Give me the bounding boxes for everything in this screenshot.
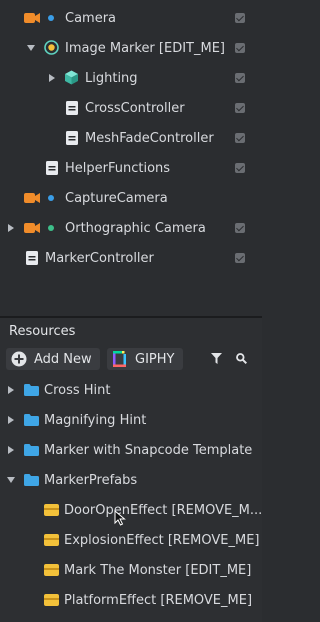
prefab-icon [44, 594, 59, 606]
folder-icon [24, 414, 39, 426]
marker-icon [44, 40, 59, 55]
visibility-checkbox[interactable] [235, 103, 245, 113]
resource-folder-markerprefabs[interactable]: MarkerPrefabs [0, 465, 262, 495]
hierarchy-item-label: Image Marker [EDIT_ME] [65, 40, 225, 56]
chevron-down-icon[interactable] [7, 477, 15, 483]
resource-prefab-explosioneffect[interactable]: ExplosionEffect [REMOVE_ME] [0, 525, 262, 555]
visibility-checkbox[interactable] [235, 223, 245, 233]
resource-item-label: Magnifying Hint [44, 412, 147, 428]
scene-hierarchy-panel: Camera Image Marker [EDIT_ME] Lighting C… [0, 0, 262, 317]
resources-title: Resources [9, 324, 76, 339]
resource-folder-magnifying-hint[interactable]: Magnifying Hint [0, 405, 262, 435]
script-file-icon [66, 131, 78, 145]
add-new-label: Add New [34, 351, 92, 367]
chevron-right-icon[interactable] [49, 74, 55, 82]
hierarchy-item-capturecamera[interactable]: CaptureCamera [0, 183, 262, 213]
camera-icon [24, 193, 40, 203]
giphy-label: GIPHY [135, 351, 175, 367]
giphy-logo-icon [113, 351, 126, 367]
camera-icon [24, 13, 40, 23]
resource-item-label: MarkerPrefabs [44, 472, 138, 488]
hierarchy-item-camera[interactable]: Camera [0, 3, 262, 33]
visibility-checkbox[interactable] [235, 163, 245, 173]
filter-icon[interactable] [211, 353, 222, 364]
resource-item-label: DoorOpenEffect [REMOVE_M... [64, 502, 263, 518]
hierarchy-item-image-marker[interactable]: Image Marker [EDIT_ME] [0, 33, 262, 63]
mouse-cursor-icon [114, 510, 126, 526]
search-icon[interactable] [236, 353, 247, 364]
hierarchy-item-label: CrossController [85, 100, 185, 116]
visibility-checkbox[interactable] [235, 73, 245, 83]
chevron-right-icon[interactable] [8, 386, 14, 394]
visibility-checkbox[interactable] [235, 133, 245, 143]
chevron-down-icon[interactable] [27, 45, 35, 51]
hierarchy-item-label: Lighting [85, 70, 138, 86]
hierarchy-item-label: CaptureCamera [65, 190, 168, 206]
folder-icon [24, 384, 39, 396]
camera-icon [24, 223, 40, 233]
status-dot-icon [48, 225, 54, 231]
resource-item-label: ExplosionEffect [REMOVE_ME] [64, 532, 260, 548]
status-dot-icon [48, 195, 54, 201]
resource-item-label: Mark The Monster [EDIT_ME] [64, 562, 252, 578]
hierarchy-item-orthographic-camera[interactable]: Orthographic Camera [0, 213, 262, 243]
script-file-icon [26, 251, 38, 265]
hierarchy-item-lighting[interactable]: Lighting [0, 63, 262, 93]
hierarchy-item-markercontroller[interactable]: MarkerController [0, 243, 262, 273]
script-file-icon [66, 101, 78, 115]
add-new-button[interactable]: Add New [6, 348, 100, 370]
prefab-icon [44, 504, 59, 516]
chevron-right-icon[interactable] [8, 446, 14, 454]
resource-prefab-mark-the-monster[interactable]: Mark The Monster [EDIT_ME] [0, 555, 262, 585]
hierarchy-item-helperfunctions[interactable]: HelperFunctions [0, 153, 262, 183]
hierarchy-item-meshfadecontroller[interactable]: MeshFadeController [0, 123, 262, 153]
resource-prefab-platformeffect[interactable]: PlatformEffect [REMOVE_ME] [0, 585, 262, 615]
folder-icon [24, 444, 39, 456]
prefab-icon [44, 534, 59, 546]
cube-icon [65, 70, 78, 85]
resource-folder-marker-snapcode-template[interactable]: Marker with Snapcode Template [0, 435, 262, 465]
plus-circle-icon [11, 351, 27, 367]
resource-folder-cross-hint[interactable]: Cross Hint [0, 375, 262, 405]
resource-prefab-dooropeneffect[interactable]: DoorOpenEffect [REMOVE_M... [0, 495, 262, 525]
hierarchy-item-label: MeshFadeController [85, 130, 214, 146]
chevron-right-icon[interactable] [8, 224, 14, 232]
script-file-icon [46, 161, 58, 175]
hierarchy-item-label: Camera [65, 10, 117, 26]
hierarchy-item-label: Orthographic Camera [65, 220, 206, 236]
resource-item-label: PlatformEffect [REMOVE_ME] [64, 592, 253, 608]
resource-item-label: Cross Hint [44, 382, 111, 398]
visibility-checkbox[interactable] [235, 43, 245, 53]
resource-item-label: Marker with Snapcode Template [44, 442, 253, 458]
folder-icon [24, 474, 39, 486]
giphy-button[interactable]: GIPHY [107, 348, 183, 370]
status-dot-icon [48, 15, 54, 21]
prefab-icon [44, 564, 59, 576]
hierarchy-item-label: HelperFunctions [65, 160, 171, 176]
visibility-checkbox[interactable] [235, 13, 245, 23]
chevron-right-icon[interactable] [8, 416, 14, 424]
hierarchy-item-crosscontroller[interactable]: CrossController [0, 93, 262, 123]
hierarchy-item-label: MarkerController [45, 250, 154, 266]
visibility-checkbox[interactable] [235, 253, 245, 263]
